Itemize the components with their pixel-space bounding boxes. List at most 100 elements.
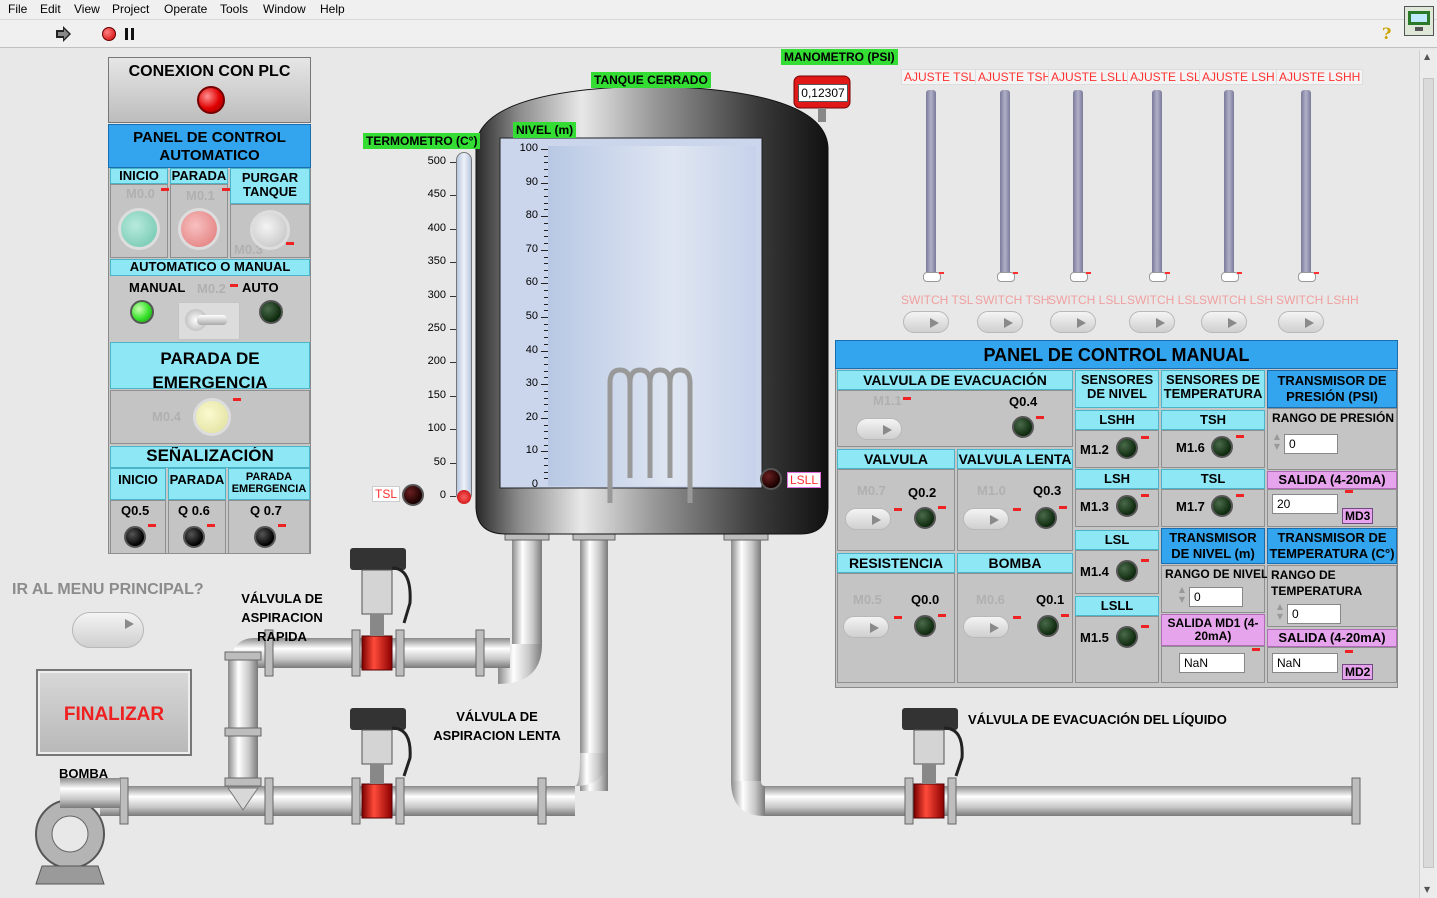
thermometer-tick-label: 250 <box>427 322 446 334</box>
lsll-tag: LSLL <box>787 472 822 488</box>
evac-valve-toggle[interactable] <box>856 418 902 440</box>
slow-valve-toggle[interactable] <box>963 508 1009 530</box>
manometer-title: MANOMETRO (PSI) <box>781 49 898 65</box>
lsll-indicator <box>760 468 782 490</box>
setpoint-slider[interactable] <box>1000 90 1010 280</box>
signal-emergencia-header: PARADA EMERGENCIA <box>228 468 310 500</box>
auto-purgar-header: PURGAR TANQUE <box>230 168 310 204</box>
md2-output-value: NaN <box>1272 653 1338 673</box>
menu-window[interactable]: Window <box>263 2 306 16</box>
temp-range-input[interactable]: 0 <box>1287 604 1341 624</box>
m13-label: M1.3 <box>1080 499 1109 514</box>
switch-toggle[interactable] <box>1129 311 1175 333</box>
md1-output-value: NaN <box>1179 653 1245 673</box>
auto-label: AUTO <box>242 280 279 295</box>
finalizar-label: FINALIZAR <box>63 704 165 725</box>
setpoint-slider[interactable] <box>926 90 936 280</box>
valve-slow-label: VÁLVULA DE ASPIRACION LENTA <box>433 709 561 743</box>
menu-help[interactable]: Help <box>320 2 345 16</box>
help-icon[interactable]: ? <box>1382 24 1391 43</box>
fast-valve-toggle[interactable] <box>845 508 891 530</box>
pause-icon[interactable] <box>125 28 135 40</box>
m12-led <box>1116 437 1138 459</box>
level-tick-label: 50 <box>525 310 538 322</box>
m06-label: M0.6 <box>976 592 1005 607</box>
finalizar-button[interactable]: FINALIZAR <box>36 669 192 756</box>
switch-label: SWITCH TSL <box>901 293 974 307</box>
manometer-readout: 0,12307 <box>798 84 848 102</box>
purgar-tanque-button[interactable] <box>250 210 290 250</box>
auto-panel-title: PANEL DE CONTROL AUTOMATICO <box>108 124 311 168</box>
thermometer-tick-label: 300 <box>427 288 446 301</box>
emergency-stop-button[interactable] <box>193 398 231 436</box>
switch-label: SWITCH LSH <box>1199 293 1274 307</box>
q02-led <box>914 507 936 529</box>
lsl-header: LSL <box>1075 530 1159 550</box>
level-range-spinner[interactable]: ▲ ▼ <box>1177 585 1187 609</box>
level-range-input[interactable]: 0 <box>1189 587 1243 607</box>
plc-connection-title: CONEXION CON PLC <box>128 63 291 80</box>
menu-operate[interactable]: Operate <box>164 2 207 16</box>
q00-led <box>914 615 936 637</box>
menu-edit[interactable]: Edit <box>40 2 61 16</box>
manual-panel-title: PANEL DE CONTROL MANUAL <box>835 340 1398 369</box>
menu-file[interactable]: File <box>8 2 27 16</box>
resistencia-toggle[interactable] <box>843 616 889 638</box>
temp-range-spinner[interactable]: ▲ ▼ <box>1275 602 1285 626</box>
m11-label: M1.1 <box>873 393 902 408</box>
switch-toggle[interactable] <box>1050 311 1096 333</box>
setpoint-slider[interactable] <box>1301 90 1311 280</box>
auto-led <box>259 300 283 324</box>
m07-label: M0.7 <box>857 483 886 498</box>
menu-view[interactable]: View <box>74 2 100 16</box>
auto-inicio-button[interactable] <box>118 208 160 250</box>
m12-label: M1.2 <box>1080 442 1109 457</box>
setpoint-slider[interactable] <box>1152 90 1162 280</box>
switch-toggle[interactable] <box>977 311 1023 333</box>
md3-tag: MD3 <box>1342 508 1374 524</box>
m17-led <box>1211 495 1233 517</box>
menu-project[interactable]: Project <box>112 2 149 16</box>
m02-label: M0.2 <box>197 281 226 296</box>
level-tick-label: 60 <box>525 276 538 289</box>
pressure-range-input[interactable]: 0 <box>1284 434 1338 454</box>
temp-range-label: RANGO DE TEMPERATURA <box>1271 568 1363 598</box>
manual-led <box>130 300 154 324</box>
q05-led <box>124 526 146 548</box>
thermometer-tick-label: 400 <box>427 221 446 234</box>
valve-fast-label: VÁLVULA DE ASPIRACION RAPIDA <box>241 591 323 644</box>
thermometer-tick-label: 50 <box>433 455 446 468</box>
m17-label: M1.7 <box>1176 499 1205 514</box>
level-tick-label: 40 <box>525 343 538 356</box>
vertical-scrollbar[interactable]: ▲ ▼ <box>1419 50 1437 898</box>
abort-icon[interactable] <box>102 27 116 41</box>
q01-label: Q0.1 <box>1036 592 1065 607</box>
run-arrow-icon[interactable] <box>54 26 72 42</box>
switch-toggle[interactable] <box>903 311 949 333</box>
auto-manual-switch[interactable] <box>178 302 240 340</box>
bomba-toggle[interactable] <box>963 616 1009 638</box>
switch-toggle[interactable] <box>1201 311 1247 333</box>
auto-parada-button[interactable] <box>178 208 220 250</box>
m01-label: M0.1 <box>186 188 215 203</box>
setpoint-slider[interactable] <box>1224 90 1234 280</box>
pressure-output-value: 20 <box>1272 494 1338 514</box>
pressure-range-spinner[interactable]: ▲ ▼ <box>1272 432 1282 456</box>
setpoint-slider[interactable] <box>1073 90 1083 280</box>
tsl-tag: TSL <box>372 486 401 502</box>
return-menu-toggle[interactable] <box>72 612 144 648</box>
toolbar: ? <box>0 6 1437 48</box>
auto-manual-header: AUTOMATICO O MANUAL <box>110 259 310 276</box>
q07-led <box>254 526 276 548</box>
level-sensors-header: SENSORES DE NIVEL <box>1075 370 1159 408</box>
signal-inicio-header: INICIO <box>110 468 166 500</box>
temp-transmitter-header: TRANSMISOR DE TEMPERATURA (C°) <box>1267 528 1397 564</box>
bomba-header: BOMBA <box>957 553 1073 573</box>
thermometer-tick-label: 0 <box>439 489 446 501</box>
level-transmitter-header: TRANSMISOR DE NIVEL (m) <box>1161 528 1265 564</box>
auto-parada-header: PARADA <box>170 168 228 184</box>
switch-toggle[interactable] <box>1278 311 1324 333</box>
q07-label: Q 0.7 <box>250 503 282 518</box>
menu-tools[interactable]: Tools <box>220 2 248 16</box>
signal-header: SEÑALIZACIÓN <box>110 446 310 468</box>
